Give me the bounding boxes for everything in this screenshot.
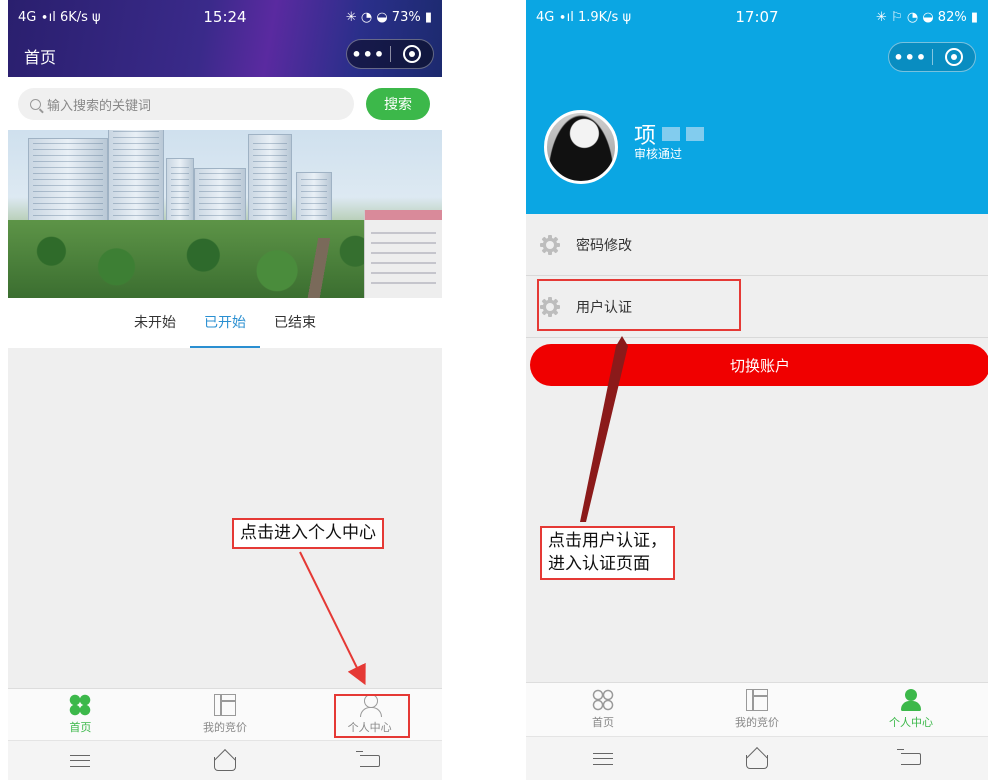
tabbar-item-my-bids[interactable]: 我的竞价 [680,683,834,736]
tabbar-item-my-bids[interactable]: 我的竞价 [153,689,298,740]
switch-account-button[interactable]: 切换账户 [530,344,988,386]
system-nav-bar [526,736,988,780]
search-bar: 输入搜索的关键词 搜索 [8,77,442,130]
status-bar: 4G ∙ıl 1.9K/s ψ 17:07 ✳ ⚐ ◔ ◒ 82% ▮ [526,0,988,34]
menu-item-label: 密码修改 [576,237,632,254]
target-icon [402,45,421,63]
status-network: 4G ∙ıl 1.9K/s ψ [536,9,632,25]
gear-icon [540,234,560,255]
layout-icon [746,689,768,711]
gear-core [546,302,554,311]
system-back-button[interactable] [297,741,442,780]
annotation-highlight-user-verification [537,279,741,331]
target-icon [944,48,963,66]
annotation-line: 点击用户认证， [548,531,667,551]
tabbar-label: 个人中心 [889,716,933,729]
status-battery: ✳ ◔ ◒ 73% ▮ [345,9,432,25]
tab-not-started[interactable]: 未开始 [120,298,190,348]
system-home-button[interactable] [680,737,834,780]
avatar[interactable] [544,110,618,184]
system-nav-bar [8,740,442,780]
annotation-user-verification: 点击用户认证， 进入认证页面 [540,526,675,580]
more-options-button[interactable]: ••• [889,48,932,67]
banner-image[interactable] [8,130,442,298]
system-home-button[interactable] [153,741,298,780]
status-network: 4G ∙ıl 6K/s ψ [18,9,101,25]
menu-icon [70,754,91,767]
home-grid-icon [592,689,614,711]
system-back-button[interactable] [834,737,988,780]
back-icon [355,750,380,767]
tabbar-label: 我的竞价 [203,721,247,734]
layout-icon [214,694,236,716]
verification-status: 审核通过 [634,147,683,161]
tabbar-label: 我的竞价 [735,716,779,729]
left-phone-screen: 4G ∙ıl 6K/s ψ 15:24 ✳ ◔ ◒ 73% ▮ 首页 ••• 输… [8,0,442,780]
tabbar-item-home[interactable]: 首页 [526,683,680,736]
tabbar-label: 首页 [592,716,614,729]
search-placeholder: 输入搜索的关键词 [47,98,152,114]
search-input[interactable]: 输入搜索的关键词 [18,88,354,120]
search-button[interactable]: 搜索 [366,88,430,120]
close-miniapp-button[interactable] [932,48,975,66]
annotation-line: 进入认证页面 [548,553,650,574]
system-menu-button[interactable] [8,741,153,780]
home-icon [746,754,768,769]
menu-item-change-password[interactable]: 密码修改 [526,214,988,276]
tabbar-item-home[interactable]: 首页 [8,689,153,740]
status-time: 17:07 [735,8,779,26]
status-bar: 4G ∙ıl 6K/s ψ 15:24 ✳ ◔ ◒ 73% ▮ [8,0,442,34]
home-grid-icon [69,694,92,716]
status-time: 15:24 [203,8,247,26]
user-icon [900,689,922,711]
right-phone-screen: 4G ∙ıl 1.9K/s ψ 17:07 ✳ ⚐ ◔ ◒ 82% ▮ ••• … [526,0,988,780]
auction-status-tabs: 未开始 已开始 已结束 [8,298,442,348]
close-miniapp-button[interactable] [390,45,433,63]
menu-icon [593,752,613,765]
page-title: 首页 [24,48,57,67]
miniapp-capsule: ••• [346,39,434,69]
search-icon [30,98,41,110]
more-options-button[interactable]: ••• [347,45,390,64]
annotation-highlight-personal-center [334,694,410,738]
blurred-name-part [662,127,681,141]
system-menu-button[interactable] [526,737,680,780]
bottom-tab-bar: 首页 我的竞价 个人中心 [526,682,988,736]
status-battery: ✳ ⚐ ◔ ◒ 82% ▮ [876,9,978,25]
tabbar-label: 首页 [69,721,92,734]
banner-building [364,210,442,298]
miniapp-capsule: ••• [888,42,976,72]
gear-core [546,240,554,249]
back-icon [897,748,921,765]
home-icon [214,756,236,771]
blurred-name-part [686,127,705,141]
tab-ended[interactable]: 已结束 [260,298,330,348]
tabbar-item-personal-center[interactable]: 个人中心 [834,683,988,736]
tab-started[interactable]: 已开始 [190,298,260,348]
annotation-personal-center: 点击进入个人中心 [232,518,384,549]
